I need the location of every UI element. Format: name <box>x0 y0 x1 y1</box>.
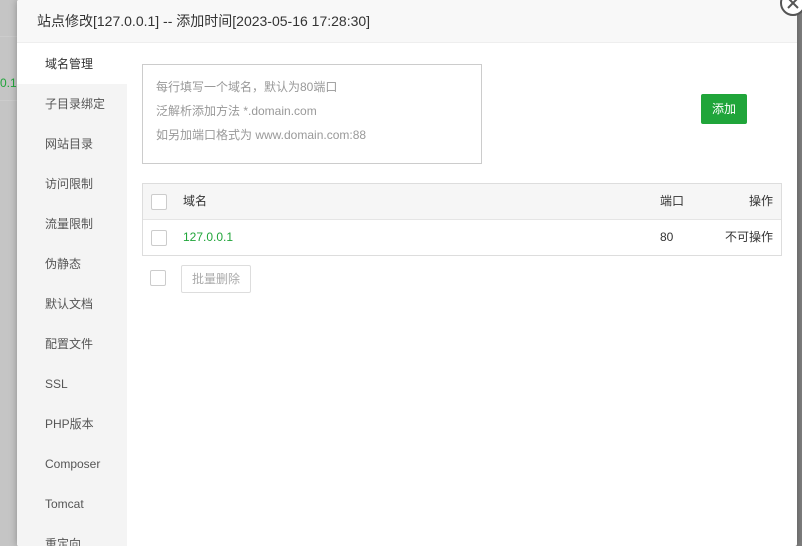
sidebar-item-access-limit[interactable]: 访问限制 <box>17 164 127 204</box>
header-operation: 操作 <box>748 194 773 208</box>
sidebar-item-rewrite[interactable]: 伪静态 <box>17 244 127 284</box>
main-panel: 每行填写一个域名，默认为80端口 泛解析添加方法 *.domain.com 如另… <box>127 44 797 546</box>
sidebar-item-php-version[interactable]: PHP版本 <box>17 404 127 444</box>
select-all-checkbox[interactable] <box>151 194 167 210</box>
sidebar-item-subdir-binding[interactable]: 子目录绑定 <box>17 84 127 124</box>
header-domain: 域名 <box>183 194 208 208</box>
batch-delete-button[interactable]: 批量删除 <box>181 265 251 293</box>
header-port: 端口 <box>660 194 685 208</box>
sidebar-item-default-document[interactable]: 默认文档 <box>17 284 127 324</box>
domain-input-placeholder-line: 每行填写一个域名，默认为80端口 <box>156 80 338 94</box>
batch-select-checkbox[interactable] <box>150 270 166 286</box>
domain-input-placeholder-line: 如另加端口格式为 www.domain.com:88 <box>156 128 367 142</box>
sidebar: 域名管理 子目录绑定 网站目录 访问限制 流量限制 伪静态 默认文档 配置文件 … <box>17 44 127 546</box>
sidebar-item-ssl[interactable]: SSL <box>17 364 127 404</box>
sidebar-item-redirect[interactable]: 重定向 <box>17 524 127 546</box>
domain-link[interactable]: 127.0.0.1 <box>183 220 233 255</box>
background-partial-text: 0.1 <box>0 76 17 90</box>
table-row: 127.0.0.1 80 不可操作 <box>143 220 781 255</box>
add-button[interactable]: 添加 <box>701 94 747 124</box>
sidebar-item-config-file[interactable]: 配置文件 <box>17 324 127 364</box>
table-header: 域名 端口 操作 <box>143 184 781 220</box>
domain-table: 域名 端口 操作 127.0.0.1 80 不可操作 <box>142 183 782 256</box>
sidebar-item-tomcat[interactable]: Tomcat <box>17 484 127 524</box>
sidebar-item-traffic-limit[interactable]: 流量限制 <box>17 204 127 244</box>
dialog-title: 站点修改[127.0.0.1] -- 添加时间[2023-05-16 17:28… <box>17 0 797 43</box>
sidebar-item-composer[interactable]: Composer <box>17 444 127 484</box>
port-value: 80 <box>660 230 674 244</box>
operation-text: 不可操作 <box>724 230 773 244</box>
sidebar-item-domain-management[interactable]: 域名管理 <box>17 44 127 84</box>
domain-input-placeholder-line: 泛解析添加方法 *.domain.com <box>156 104 317 118</box>
sidebar-item-site-directory[interactable]: 网站目录 <box>17 124 127 164</box>
site-edit-dialog: 站点修改[127.0.0.1] -- 添加时间[2023-05-16 17:28… <box>17 0 797 546</box>
domain-input[interactable]: 每行填写一个域名，默认为80端口 泛解析添加方法 *.domain.com 如另… <box>142 64 482 164</box>
row-checkbox[interactable] <box>151 230 167 246</box>
